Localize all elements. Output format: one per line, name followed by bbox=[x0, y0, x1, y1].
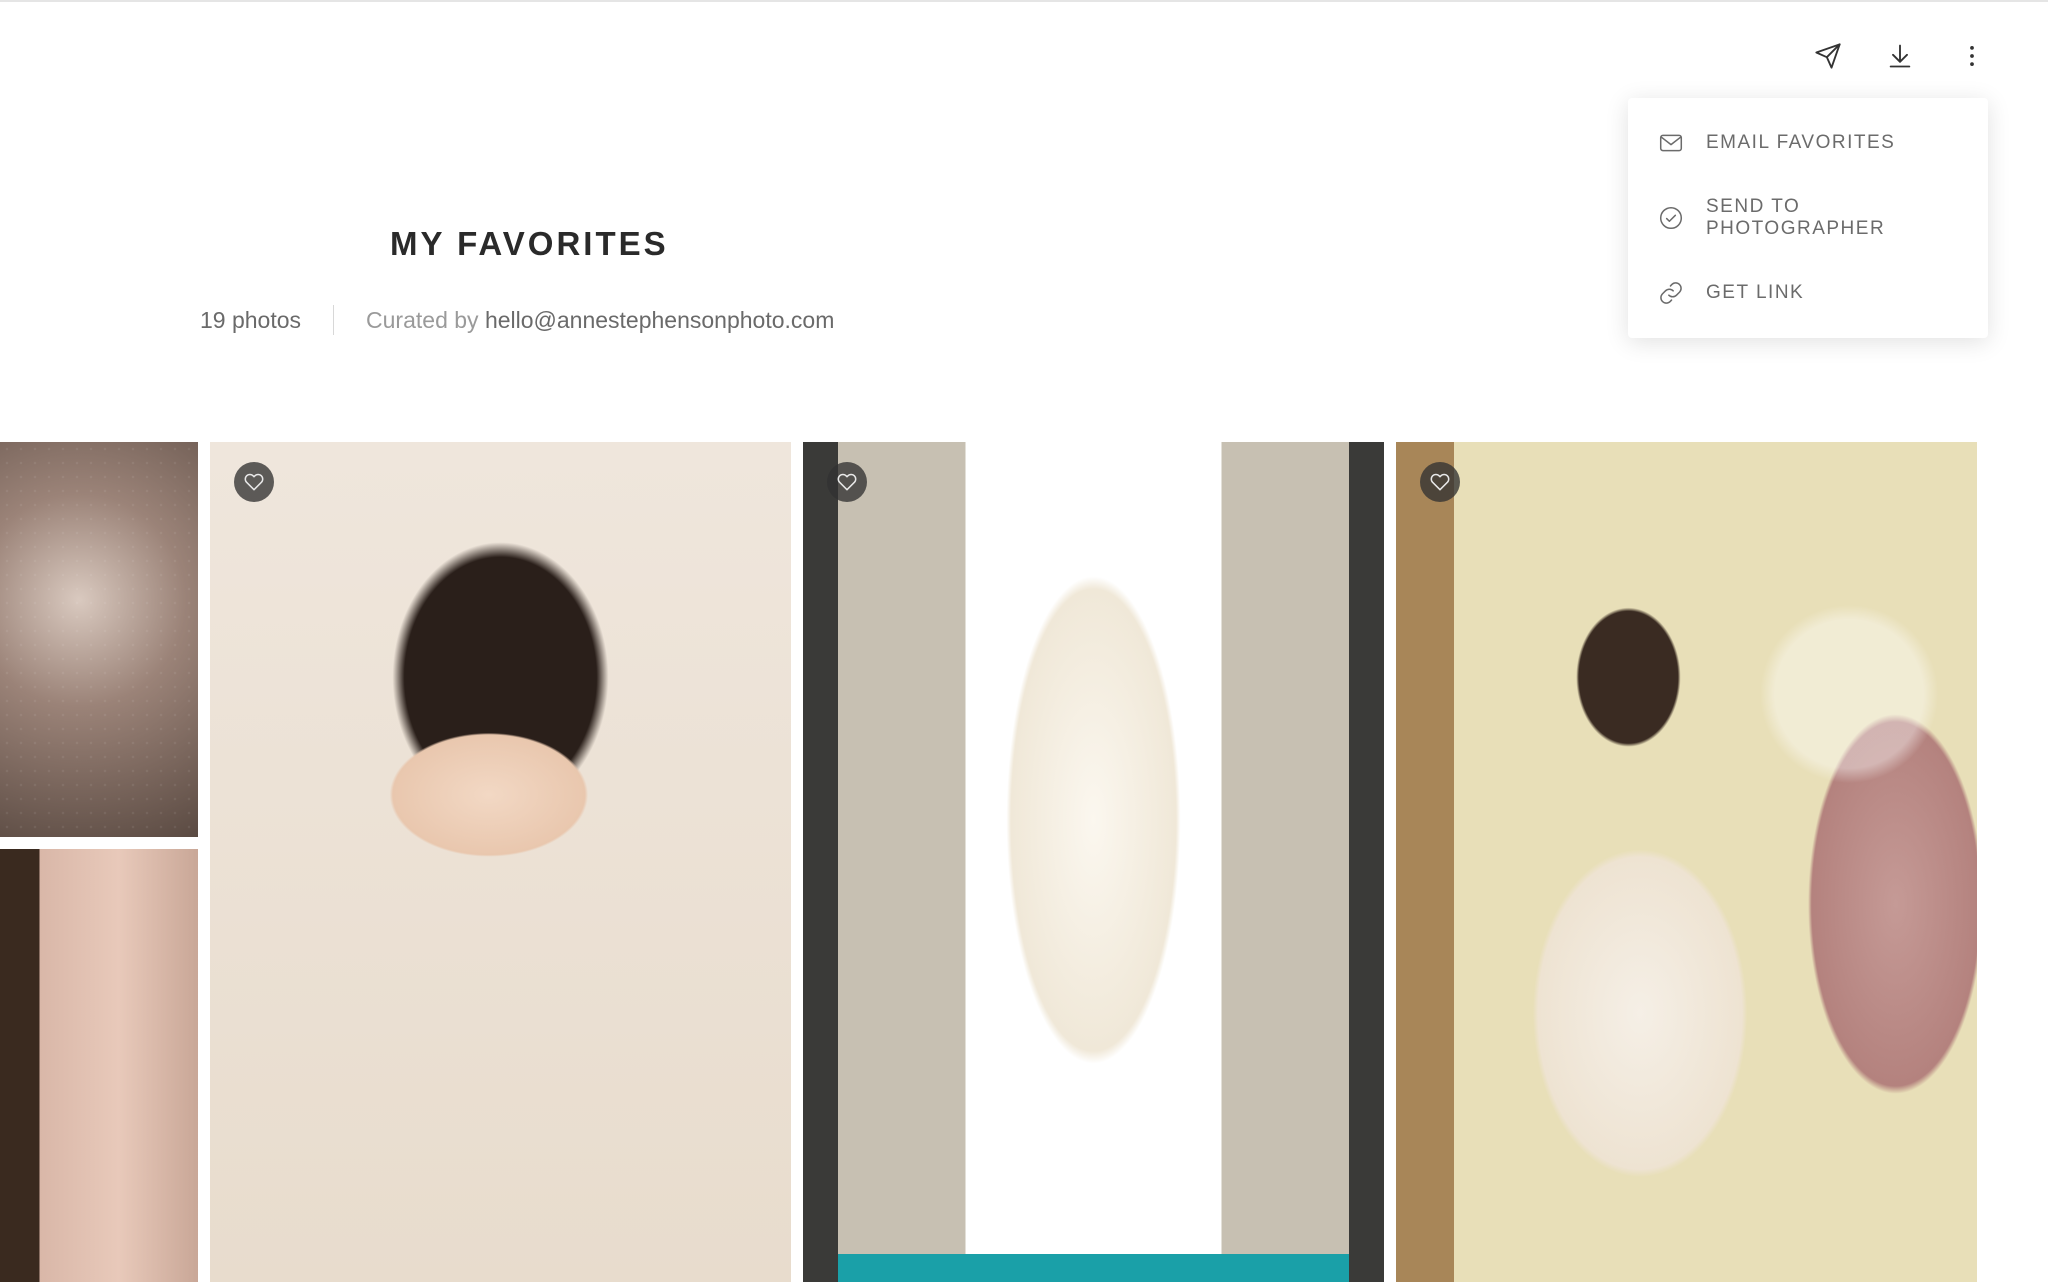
photo-thumbnail[interactable] bbox=[803, 442, 1384, 1282]
gallery-left-column bbox=[0, 442, 198, 1282]
gallery-header: MY FAVORITES 19 photos Curated by hello@… bbox=[200, 225, 834, 335]
link-icon bbox=[1658, 280, 1684, 306]
photo-count: 19 photos bbox=[200, 307, 301, 334]
meta-row: 19 photos Curated by hello@annestephenso… bbox=[200, 305, 834, 335]
heart-icon bbox=[1430, 472, 1450, 492]
paper-plane-icon bbox=[1814, 42, 1842, 70]
heart-icon bbox=[837, 472, 857, 492]
email-favorites-item[interactable]: EMAIL FAVORITES bbox=[1628, 110, 1988, 176]
send-to-photographer-item[interactable]: SEND TO PHOTOGRAPHER bbox=[1628, 176, 1988, 260]
photo-thumbnail[interactable] bbox=[0, 849, 198, 1282]
curated-email: hello@annestephensonphoto.com bbox=[485, 307, 834, 333]
top-border bbox=[0, 0, 2048, 2]
favorite-toggle[interactable] bbox=[1420, 462, 1460, 502]
download-icon bbox=[1886, 42, 1914, 70]
get-link-item[interactable]: GET LINK bbox=[1628, 260, 1988, 326]
more-vertical-icon bbox=[1958, 42, 1986, 70]
curated-label: Curated by bbox=[366, 307, 485, 333]
envelope-icon bbox=[1658, 130, 1684, 156]
check-circle-icon bbox=[1658, 205, 1684, 231]
download-button[interactable] bbox=[1884, 40, 1916, 72]
dropdown-item-label: GET LINK bbox=[1706, 282, 1804, 304]
favorite-toggle[interactable] bbox=[827, 462, 867, 502]
photo-thumbnail[interactable] bbox=[210, 442, 791, 1282]
dropdown-item-label: SEND TO PHOTOGRAPHER bbox=[1706, 196, 1958, 240]
meta-divider bbox=[333, 305, 334, 335]
page-title: MY FAVORITES bbox=[390, 225, 834, 263]
top-toolbar bbox=[1812, 40, 1988, 72]
share-button[interactable] bbox=[1812, 40, 1844, 72]
heart-icon bbox=[244, 472, 264, 492]
more-options-button[interactable] bbox=[1956, 40, 1988, 72]
photo-gallery bbox=[0, 442, 2048, 1282]
dropdown-item-label: EMAIL FAVORITES bbox=[1706, 132, 1895, 154]
favorite-toggle[interactable] bbox=[234, 462, 274, 502]
photo-thumbnail[interactable] bbox=[0, 442, 198, 837]
photo-thumbnail[interactable] bbox=[1396, 442, 1977, 1282]
curated-by: Curated by hello@annestephensonphoto.com bbox=[366, 307, 834, 334]
share-dropdown-menu: EMAIL FAVORITES SEND TO PHOTOGRAPHER GET… bbox=[1628, 98, 1988, 338]
